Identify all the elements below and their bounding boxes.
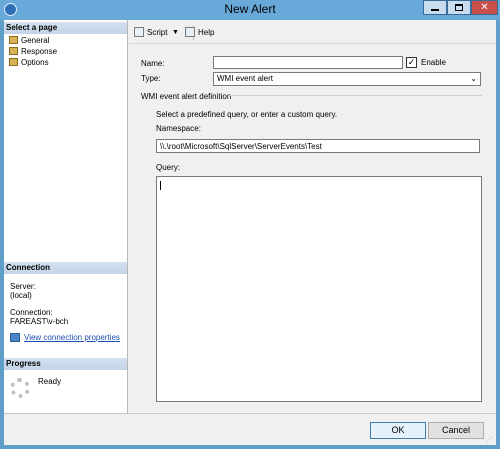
- minimize-button[interactable]: [423, 0, 447, 15]
- group-title: WMI event alert definition: [141, 92, 232, 101]
- resize-grip-icon[interactable]: ⋰: [486, 437, 494, 445]
- script-label: Script: [147, 28, 168, 37]
- view-connection-properties-link[interactable]: View connection properties: [24, 333, 120, 342]
- maximize-icon: [455, 4, 463, 11]
- select-page-header: Select a page: [4, 22, 127, 34]
- maximize-button[interactable]: [447, 0, 471, 15]
- server-value: (local): [10, 291, 32, 300]
- connection-header: Connection: [4, 262, 127, 274]
- page-item-response[interactable]: Response: [9, 46, 57, 57]
- namespace-label: Namespace:: [156, 124, 201, 133]
- script-button[interactable]: Script: [134, 27, 167, 39]
- ok-button[interactable]: OK: [370, 422, 426, 439]
- text-caret: [160, 181, 161, 190]
- group-divider: [230, 95, 482, 96]
- page-icon: [9, 36, 18, 44]
- page-item-options[interactable]: Options: [9, 57, 49, 68]
- page-icon: [9, 58, 18, 66]
- connection-value: FAREAST\v-bch: [10, 317, 69, 326]
- close-button[interactable]: ✕: [471, 0, 498, 15]
- query-instruction: Select a predefined query, or enter a cu…: [156, 110, 338, 119]
- cancel-button[interactable]: Cancel: [428, 422, 484, 439]
- server-label: Server:: [10, 282, 36, 291]
- help-icon: [185, 27, 195, 37]
- connection-label: Connection:: [10, 308, 53, 317]
- type-select[interactable]: WMI event alert ⌄: [213, 72, 481, 86]
- query-textarea[interactable]: [156, 176, 482, 402]
- name-input[interactable]: [213, 56, 403, 69]
- progress-status: Ready: [38, 377, 62, 386]
- query-label: Query:: [156, 163, 181, 172]
- script-dropdown-icon[interactable]: ▼: [172, 27, 179, 39]
- page-item-general[interactable]: General: [9, 35, 49, 46]
- enable-label: Enable: [421, 58, 446, 67]
- page-item-label: General: [21, 36, 50, 45]
- namespace-input[interactable]: [156, 139, 480, 153]
- script-icon: [134, 27, 144, 37]
- connection-properties-icon: [10, 333, 20, 342]
- help-button[interactable]: Help: [185, 27, 214, 39]
- help-label: Help: [198, 28, 215, 37]
- enable-checkbox[interactable]: ✓: [406, 57, 417, 68]
- chevron-down-icon: ⌄: [470, 74, 477, 83]
- page-item-label: Options: [21, 58, 49, 67]
- name-label: Name:: [141, 59, 165, 68]
- minimize-icon: [431, 9, 439, 11]
- left-pane: [4, 20, 128, 413]
- type-label: Type:: [141, 74, 161, 83]
- page-icon: [9, 47, 18, 55]
- progress-spinner-icon: [10, 378, 30, 398]
- type-selected-value: WMI event alert: [217, 74, 274, 83]
- progress-header: Progress: [4, 358, 127, 370]
- close-icon: ✕: [480, 2, 489, 13]
- page-item-label: Response: [21, 47, 58, 56]
